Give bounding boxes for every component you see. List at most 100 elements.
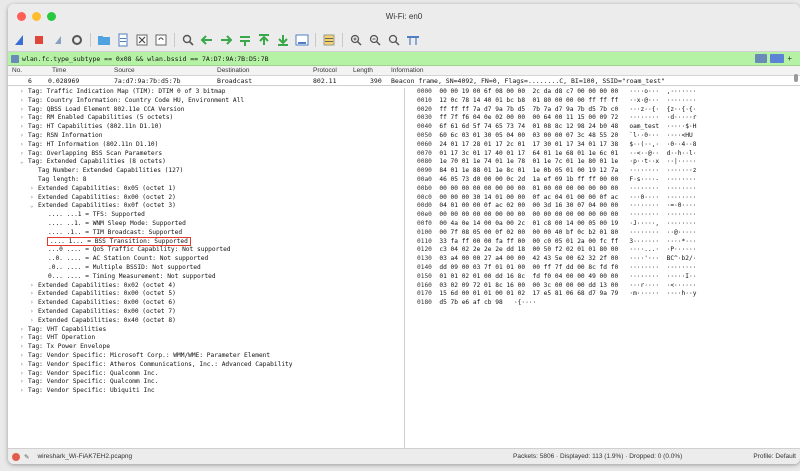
hex-bytes[interactable]: 04 01 00 00 0f ac 02 00 00 3d 16 30 07 0… bbox=[439, 202, 618, 209]
hex-row[interactable]: 0070 01 17 3c 01 17 40 01 17 64 01 1e 68… bbox=[417, 150, 800, 159]
hex-row[interactable]: 0170 15 6d 00 01 01 00 01 02 17 e5 81 06… bbox=[417, 290, 800, 299]
clear-filter-button[interactable] bbox=[755, 54, 768, 63]
ascii-bytes[interactable]: ····...· ·P······ bbox=[629, 246, 696, 253]
ascii-bytes[interactable]: ········ ·····I·· bbox=[629, 273, 696, 280]
hex-bytes[interactable]: 00 7f 08 05 00 0f 02 00 00 00 40 bf 0c b… bbox=[439, 229, 618, 236]
packet-row[interactable]: 6 0.028969 7a:d7:9a:7b:d5:7b Broadcast 8… bbox=[8, 76, 800, 86]
ascii-bytes[interactable]: ··<··@·· d··h··l· bbox=[629, 150, 696, 157]
hex-row[interactable]: 0140 dd 09 00 03 7f 01 01 00 00 ff 7f dd… bbox=[417, 264, 800, 273]
chevron-down-icon[interactable]: ⌄ bbox=[30, 202, 38, 211]
last-packet-button[interactable] bbox=[275, 32, 291, 48]
tree-row[interactable]: › Extended Capabilities: 0x02 (octet 4) bbox=[8, 282, 404, 291]
tree-row[interactable]: › Tag: Vendor Specific: Atheros Communica… bbox=[8, 361, 404, 370]
hex-bytes[interactable]: 60 6c 03 01 30 05 04 00 03 00 00 07 3c 4… bbox=[439, 132, 618, 139]
ascii-bytes[interactable]: ········ ·d·····r bbox=[629, 114, 696, 121]
tree-row[interactable]: › Tag: Country Information: Country Code … bbox=[8, 97, 404, 106]
tree-row[interactable]: › Tag: QBSS Load Element 802.11e CCA Vers… bbox=[8, 106, 404, 115]
ascii-bytes[interactable]: ···0···· ········ bbox=[629, 194, 696, 201]
tree-row[interactable]: Tag Number: Extended Capabilities (127) bbox=[8, 167, 404, 176]
tree-row[interactable]: › Tag: Traffic Indication Map (TIM): DTIM… bbox=[8, 88, 404, 97]
save-file-button[interactable] bbox=[115, 32, 131, 48]
chevron-right-icon[interactable]: › bbox=[20, 141, 28, 150]
tree-row[interactable]: ...0 .... = QoS Traffic Capability: Not … bbox=[8, 246, 404, 255]
tree-row[interactable]: ⌄ Tag: Extended Capabilities (8 octets) bbox=[8, 158, 404, 167]
column-source[interactable]: Source bbox=[114, 67, 135, 74]
tree-row[interactable]: › Tag: Vendor Specific: Microsoft Corp.: … bbox=[8, 352, 404, 361]
capture-options-button[interactable] bbox=[69, 32, 85, 48]
column-no[interactable]: No. bbox=[12, 67, 22, 74]
colorize-button[interactable] bbox=[321, 32, 337, 48]
chevron-right-icon[interactable]: › bbox=[30, 282, 38, 291]
hex-row[interactable]: 00a0 46 05 73 d0 00 00 0c 2d 1a ef 09 1b… bbox=[417, 176, 800, 185]
chevron-right-icon[interactable]: › bbox=[20, 370, 28, 379]
tree-row[interactable]: › Tag: Vendor Specific: Qualcomm Inc. bbox=[8, 378, 404, 387]
tree-row[interactable]: › Extended Capabilities: 0x40 (octet 8) bbox=[8, 317, 404, 326]
hex-bytes[interactable]: 00 00 00 00 00 00 00 00 01 00 00 00 00 0… bbox=[439, 185, 618, 192]
column-protocol[interactable]: Protocol bbox=[313, 67, 337, 74]
go-to-packet-button[interactable] bbox=[237, 32, 253, 48]
chevron-right-icon[interactable]: › bbox=[20, 123, 28, 132]
find-packet-button[interactable] bbox=[180, 32, 196, 48]
tree-row[interactable]: .... ...1 = TFS: Supported bbox=[8, 211, 404, 220]
ascii-bytes[interactable]: 3······· ····*··· bbox=[629, 238, 696, 245]
chevron-right-icon[interactable]: › bbox=[20, 387, 28, 396]
column-length[interactable]: Length bbox=[353, 67, 373, 74]
hex-row[interactable]: 0060 24 01 17 28 01 17 2c 01 17 30 01 17… bbox=[417, 141, 800, 150]
chevron-right-icon[interactable]: › bbox=[20, 150, 28, 159]
hex-bytes[interactable]: ff 7f f6 04 0e 02 00 00 00 64 00 11 15 0… bbox=[439, 114, 618, 121]
chevron-right-icon[interactable]: › bbox=[30, 299, 38, 308]
ascii-bytes[interactable]: ····o··· ,······· bbox=[629, 88, 696, 95]
tree-row[interactable]: › Tag: HT Capabilities (802.11n D1.10) bbox=[8, 123, 404, 132]
tree-row[interactable]: .0.. .... = Multiple BSSID: Not supporte… bbox=[8, 264, 404, 273]
hex-row[interactable]: 00c0 00 00 00 30 14 01 00 00 0f ac 04 01… bbox=[417, 194, 800, 203]
chevron-right-icon[interactable]: › bbox=[20, 106, 28, 115]
add-filter-button[interactable]: + bbox=[787, 54, 792, 63]
chevron-right-icon[interactable]: › bbox=[20, 326, 28, 335]
column-destination[interactable]: Destination bbox=[217, 67, 250, 74]
hex-bytes[interactable]: 6f 61 6d 5f 74 65 73 74 01 08 8c 12 98 2… bbox=[439, 123, 618, 130]
profile-label[interactable]: Profile: Default bbox=[753, 453, 796, 460]
ascii-bytes[interactable]: $··(··,· ·0··4··8 bbox=[629, 141, 696, 148]
restart-capture-button[interactable] bbox=[50, 32, 66, 48]
hex-row[interactable]: 0130 03 a4 00 00 27 a4 00 00 42 43 5e 00… bbox=[417, 255, 800, 264]
ascii-bytes[interactable]: ···r···· ·<······ bbox=[629, 282, 696, 289]
tree-row[interactable]: › Tag: RM Enabled Capabilities (5 octets) bbox=[8, 114, 404, 123]
edit-comment-icon[interactable]: ✎ bbox=[24, 453, 29, 461]
go-back-button[interactable] bbox=[199, 32, 215, 48]
tree-row[interactable]: › Tag: RSN Information bbox=[8, 132, 404, 141]
tree-row[interactable]: › Extended Capabilities: 0x00 (octet 7) bbox=[8, 308, 404, 317]
autoscroll-button[interactable] bbox=[294, 32, 310, 48]
hex-bytes[interactable]: 01 01 02 01 00 dd 16 8c fd f0 04 00 00 4… bbox=[439, 273, 618, 280]
zoom-out-button[interactable] bbox=[367, 32, 383, 48]
start-capture-button[interactable] bbox=[12, 32, 28, 48]
chevron-right-icon[interactable]: › bbox=[20, 352, 28, 361]
apply-filter-button[interactable] bbox=[770, 54, 785, 63]
hex-row[interactable]: 0040 6f 61 6d 5f 74 65 73 74 01 08 8c 12… bbox=[417, 123, 800, 132]
hex-row[interactable]: 00f0 00 4a 0e 14 00 0a 00 2c 01 c8 00 14… bbox=[417, 220, 800, 229]
ascii-bytes[interactable]: ········ ········ bbox=[629, 264, 696, 271]
chevron-down-icon[interactable]: ⌄ bbox=[20, 158, 28, 167]
tree-row[interactable]: › Tag: VHT Capabilities bbox=[8, 326, 404, 335]
ascii-bytes[interactable]: ········ ········ bbox=[629, 211, 696, 218]
ascii-bytes[interactable]: ·J·····, ········ bbox=[629, 220, 696, 227]
tree-row[interactable]: ..0. .... = AC Station Count: Not suppor… bbox=[8, 255, 404, 264]
tree-row[interactable]: › Tag: HT Information (802.11n D1.10) bbox=[8, 141, 404, 150]
hex-bytes[interactable]: 15 6d 00 01 01 00 01 02 17 e5 81 06 68 d… bbox=[439, 290, 618, 297]
hex-bytes[interactable]: 00 00 00 30 14 01 00 00 0f ac 04 01 00 0… bbox=[439, 194, 618, 201]
tree-row[interactable]: › Tag: Vendor Specific: Qualcomm Inc. bbox=[8, 370, 404, 379]
tree-row[interactable]: › Tag: Tx Power Envelope bbox=[8, 343, 404, 352]
tree-row[interactable]: .... ..1. = WNM Sleep Mode: Supported bbox=[8, 220, 404, 229]
hex-row[interactable]: 0010 12 0c 78 14 40 01 bc b8 01 80 00 00… bbox=[417, 97, 800, 106]
chevron-right-icon[interactable]: › bbox=[20, 343, 28, 352]
ascii-bytes[interactable]: ··x·@··· ········ bbox=[629, 97, 696, 104]
tree-row[interactable]: Tag length: 8 bbox=[8, 176, 404, 185]
chevron-right-icon[interactable]: › bbox=[20, 361, 28, 370]
stop-capture-button[interactable] bbox=[31, 32, 47, 48]
hex-bytes[interactable]: 1e 70 01 1e 74 01 1e 78 01 1e 7c 01 1e 8… bbox=[439, 158, 618, 165]
tree-row[interactable]: › Tag: Overlapping BSS Scan Parameters bbox=[8, 150, 404, 159]
chevron-right-icon[interactable]: › bbox=[20, 97, 28, 106]
hex-row[interactable]: 00d0 04 01 00 00 0f ac 02 00 00 3d 16 30… bbox=[417, 202, 800, 211]
hex-bytes[interactable]: 00 4a 0e 14 00 0a 00 2c 01 c8 00 14 00 0… bbox=[439, 220, 618, 227]
tree-row[interactable]: › Tag: VHT Operation bbox=[8, 334, 404, 343]
ascii-bytes[interactable]: ·m······ ····h··y bbox=[629, 290, 696, 297]
